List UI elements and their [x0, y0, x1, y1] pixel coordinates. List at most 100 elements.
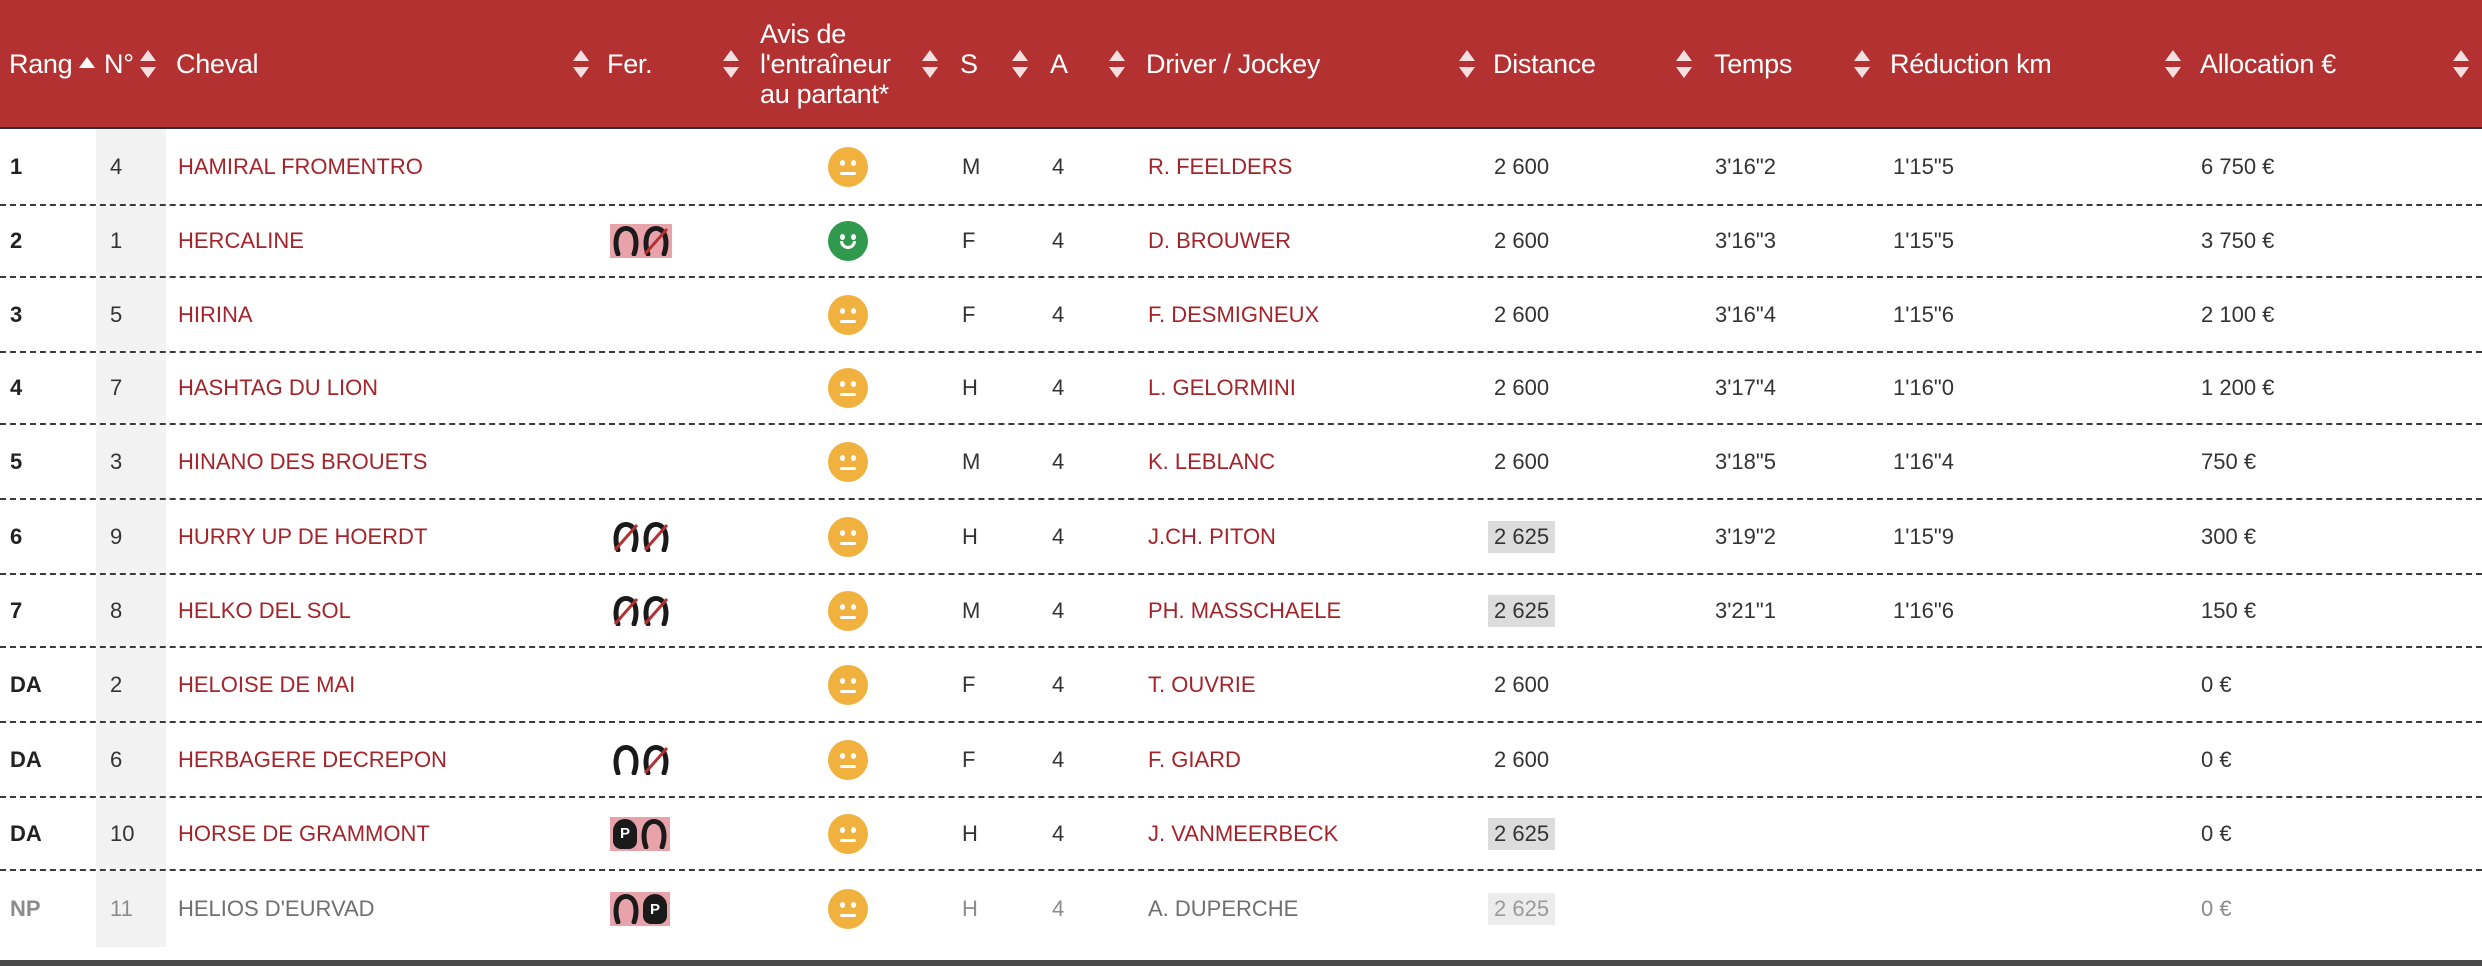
age-cell: 4 [1052, 575, 1132, 646]
horse-name-link[interactable]: HELOISE DE MAI [178, 672, 355, 698]
col-header-age[interactable]: A [1050, 0, 1130, 127]
driver-cell[interactable]: D. BROUWER [1148, 206, 1488, 276]
col-header-label: N° [104, 48, 134, 79]
fer-cell: P [610, 798, 750, 869]
temps-cell: 3'16"2 [1715, 129, 1885, 204]
col-header-label: Temps [1714, 48, 1793, 79]
driver-cell[interactable]: R. FEELDERS [1148, 129, 1488, 204]
driver-name-link[interactable]: A. DUPERCHE [1148, 896, 1298, 922]
num-cell: 4 [96, 129, 166, 204]
driver-cell[interactable]: K. LEBLANC [1148, 425, 1488, 498]
driver-cell[interactable]: PH. MASSCHAELE [1148, 575, 1488, 646]
driver-name-link[interactable]: F. DESMIGNEUX [1148, 302, 1319, 328]
unshod-hoof-icon [643, 521, 669, 552]
table-row[interactable]: 1 4 HAMIRAL FROMENTRO M 4 R. FEELDERS 2 600 3'1… [0, 129, 2482, 206]
cheval-cell[interactable]: HERCALINE [166, 206, 586, 276]
horseshoe-icon [613, 894, 639, 924]
col-header-sexe[interactable]: S [960, 0, 1030, 127]
horse-name-link[interactable]: HORSE DE GRAMMONT [178, 821, 430, 847]
driver-name-link[interactable]: F. GIARD [1148, 747, 1241, 773]
unshod-hoof-icon [643, 226, 669, 256]
shoeing-indicator: P [610, 816, 670, 851]
cheval-cell[interactable]: HELKO DEL SOL [166, 575, 586, 646]
distance-value: 2 600 [1494, 746, 1550, 772]
horse-name-link[interactable]: HAMIRAL FROMENTRO [178, 154, 423, 180]
distance-cell: 2 625 [1488, 575, 1704, 646]
driver-cell[interactable]: J. VANMEERBECK [1148, 798, 1488, 869]
horse-name-link[interactable]: HERBAGERE DECREPON [178, 747, 447, 773]
horse-name-link[interactable]: HIRINA [178, 302, 253, 328]
driver-name-link[interactable]: J. VANMEERBECK [1148, 821, 1338, 847]
driver-name-link[interactable]: K. LEBLANC [1148, 449, 1275, 475]
table-row[interactable]: NP 11 HELIOS D'EURVAD P H 4 A. DUPERCHE 2 625 0 … [0, 871, 2482, 947]
driver-cell[interactable]: F. GIARD [1148, 723, 1488, 796]
driver-cell[interactable]: J.CH. PITON [1148, 500, 1488, 573]
table-row[interactable]: 5 3 HINANO DES BROUETS M 4 K. LEBLANC 2 600 3'1… [0, 425, 2482, 500]
driver-cell[interactable]: T. OUVRIE [1148, 648, 1488, 721]
table-row[interactable]: DA 10 HORSE DE GRAMMONT P H 4 J. VANMEERBECK 2 … [0, 798, 2482, 871]
sex-value: M [962, 153, 981, 179]
allocation-value: 150 € [2201, 597, 2257, 623]
col-header-driver[interactable]: Driver / Jockey [1146, 0, 1486, 127]
sex-value: F [962, 671, 976, 697]
cheval-cell[interactable]: HURRY UP DE HOERDT [166, 500, 586, 573]
cheval-cell[interactable]: HERBAGERE DECREPON [166, 723, 586, 796]
horse-name-link[interactable]: HELIOS D'EURVAD [178, 896, 375, 922]
driver-name-link[interactable]: J.CH. PITON [1148, 524, 1276, 550]
smiley-neutral-icon [828, 813, 868, 854]
cheval-cell[interactable]: HELIOS D'EURVAD [166, 871, 586, 947]
driver-cell[interactable]: A. DUPERCHE [1148, 871, 1488, 947]
table-row[interactable]: 7 8 HELKO DEL SOL M 4 PH. MASSCHAELE 2 625 3'21… [0, 575, 2482, 648]
col-header-reduction[interactable]: Réduction km [1890, 0, 2190, 127]
reduction-cell: 1'16"4 [1893, 425, 2193, 498]
smiley-neutral-icon [828, 590, 868, 631]
horse-name-link[interactable]: HASHTAG DU LION [178, 375, 378, 401]
reduction-cell: 1'15"9 [1893, 500, 2193, 573]
reduction-cell: 1'15"6 [1893, 278, 2193, 351]
table-row[interactable]: 6 9 HURRY UP DE HOERDT H 4 J.CH. PITON 2 625 3'… [0, 500, 2482, 575]
col-header-num[interactable]: N° [104, 0, 164, 127]
temps-cell: 3'19"2 [1715, 500, 1885, 573]
cheval-cell[interactable]: HINANO DES BROUETS [166, 425, 586, 498]
rank-value: DA [10, 820, 42, 846]
driver-name-link[interactable]: R. FEELDERS [1148, 154, 1292, 180]
driver-name-link[interactable]: PH. MASSCHAELE [1148, 598, 1341, 624]
driver-cell[interactable]: F. DESMIGNEUX [1148, 278, 1488, 351]
col-header-avis[interactable]: Avis de l'entraîneur au partant* [760, 0, 945, 127]
rank-value: NP [10, 896, 41, 921]
col-header-cheval[interactable]: Cheval [176, 0, 596, 127]
cheval-cell[interactable]: HASHTAG DU LION [166, 353, 586, 423]
distance-value: 2 625 [1488, 520, 1556, 553]
allocation-value: 750 € [2201, 448, 2257, 474]
horse-name-link[interactable]: HERCALINE [178, 228, 304, 254]
age-value: 4 [1052, 746, 1065, 772]
fer-cell [610, 278, 750, 351]
col-header-temps[interactable]: Temps [1714, 0, 1884, 127]
cheval-cell[interactable]: HAMIRAL FROMENTRO [166, 129, 586, 204]
cheval-cell[interactable]: HORSE DE GRAMMONT [166, 798, 586, 869]
table-row[interactable]: 3 5 HIRINA F 4 F. DESMIGNEUX 2 600 3'16"4 1'15"6… [0, 278, 2482, 353]
table-row[interactable]: DA 2 HELOISE DE MAI F 4 T. OUVRIE 2 600 0 € [0, 648, 2482, 723]
driver-cell[interactable]: L. GELORMINI [1148, 353, 1488, 423]
driver-name-link[interactable]: T. OUVRIE [1148, 672, 1256, 698]
age-cell: 4 [1052, 871, 1132, 947]
col-header-rang[interactable]: Rang [9, 0, 99, 127]
table-row[interactable]: 4 7 HASHTAG DU LION H 4 L. GELORMINI 2 600 3'17… [0, 353, 2482, 425]
horse-name-link[interactable]: HURRY UP DE HOERDT [178, 524, 427, 550]
col-header-allocation[interactable]: Allocation € [2200, 0, 2470, 127]
driver-name-link[interactable]: L. GELORMINI [1148, 375, 1296, 401]
col-header-distance[interactable]: Distance [1493, 0, 1703, 127]
sex-value: H [962, 523, 978, 549]
age-cell: 4 [1052, 798, 1132, 869]
sort-icon [922, 49, 938, 79]
distance-cell: 2 625 [1488, 500, 1704, 573]
cheval-cell[interactable]: HIRINA [166, 278, 586, 351]
cheval-cell[interactable]: HELOISE DE MAI [166, 648, 586, 721]
horse-name-link[interactable]: HELKO DEL SOL [178, 598, 351, 624]
table-row[interactable]: 2 1 HERCALINE F 4 D. BROUWER 2 600 3'16"3 1'15"5… [0, 206, 2482, 278]
horse-name-link[interactable]: HINANO DES BROUETS [178, 449, 427, 475]
table-row[interactable]: DA 6 HERBAGERE DECREPON F 4 F. GIARD 2 600 0 € [0, 723, 2482, 798]
table-footer-bar [0, 960, 2482, 966]
col-header-fer[interactable]: Fer. [607, 0, 747, 127]
driver-name-link[interactable]: D. BROUWER [1148, 228, 1291, 254]
